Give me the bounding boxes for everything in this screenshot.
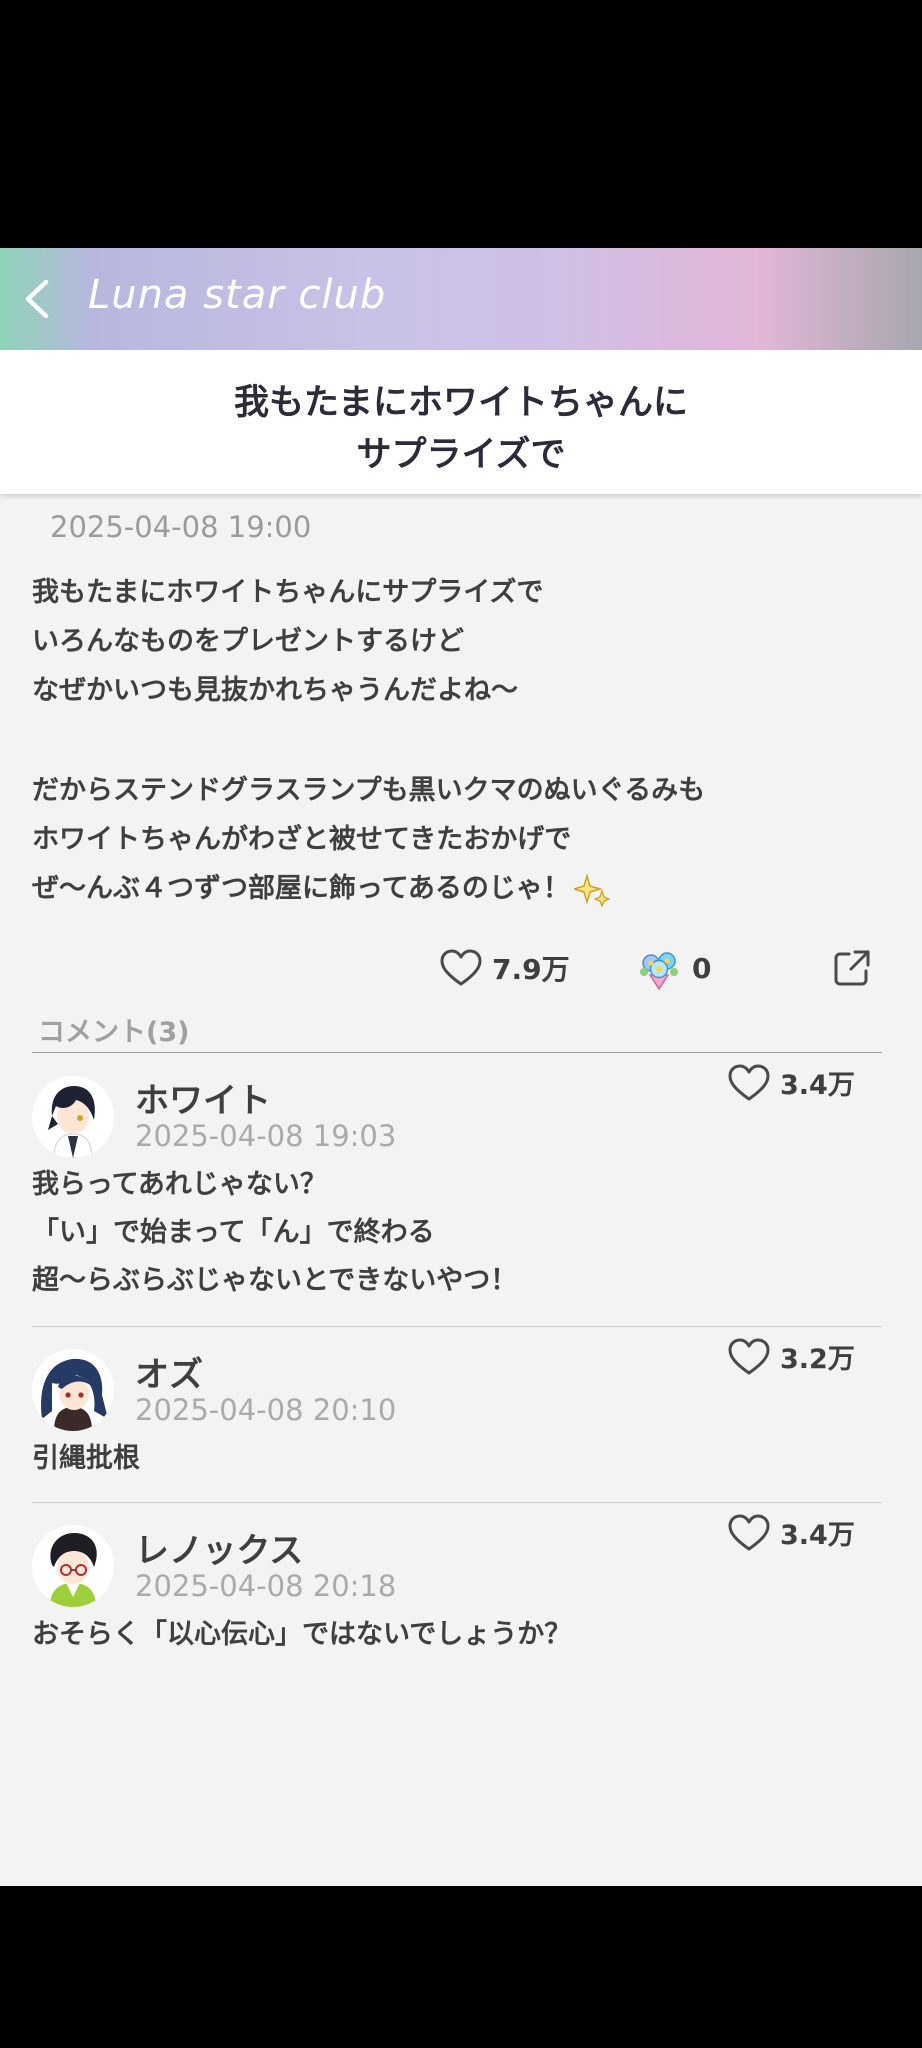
comment-date: 2025-04-08 20:18: [135, 1569, 397, 1603]
status-bar-area: [0, 0, 922, 248]
post-title-bar: 我もたまにホワイトちゃんに サプライズで: [0, 350, 922, 494]
avatar[interactable]: [32, 1349, 114, 1431]
heart-icon: [728, 1338, 770, 1374]
comment-text-line: 超～らぶらぶじゃないとできないやつ！: [32, 1265, 518, 1296]
post-gift-count: 0: [692, 951, 712, 985]
app-title: Luna star club: [88, 272, 387, 318]
comment-date: 2025-04-08 20:10: [135, 1393, 397, 1427]
post-like-count: 7.9万: [492, 953, 570, 986]
comment-author: レノックス: [135, 1531, 304, 1571]
post-body-line: なぜかいつも見抜かれちゃうんだよね～: [32, 675, 518, 706]
comment-divider: [32, 1326, 882, 1327]
post-body-line: [32, 715, 892, 766]
comment-text: 我らってあれじゃない？ 「い」で始まって「ん」で終わる 超～らぶらぶじゃないとで…: [32, 1161, 892, 1305]
comment-like-button[interactable]: 3.4万: [728, 1063, 855, 1102]
avatar[interactable]: [32, 1525, 114, 1607]
comment-like-count: 3.4万: [780, 1070, 855, 1101]
post-actions: 7.9万 0: [0, 938, 922, 998]
comments-header: コメント(3): [38, 1017, 190, 1048]
comments-divider: [32, 1052, 882, 1053]
comment-text: 引縄批根: [32, 1435, 892, 1483]
comment-like-button[interactable]: 3.2万: [728, 1337, 855, 1376]
avatar-portrait-icon: [32, 1525, 114, 1607]
chevron-left-icon[interactable]: [16, 276, 62, 322]
post-date: 2025-04-08 19:00: [50, 510, 312, 544]
app-header: Luna star club: [0, 248, 922, 350]
comment-like-count: 3.2万: [780, 1344, 855, 1375]
avatar-portrait-icon: [32, 1076, 114, 1158]
comment-like-button[interactable]: 3.4万: [728, 1513, 855, 1552]
post-gift-button[interactable]: 0: [636, 938, 711, 998]
comment-text-line: おそらく「以心伝心」ではないでしょうか？: [32, 1619, 572, 1650]
heart-icon: [728, 1064, 770, 1100]
avatar[interactable]: [32, 1076, 114, 1158]
comment-author: ホワイト: [135, 1081, 271, 1121]
share-icon[interactable]: [832, 948, 872, 988]
post-title-line-2: サプライズで: [356, 435, 566, 475]
comment-divider: [32, 1502, 882, 1503]
post-body-line: だからステンドグラスランプも黒いクマのぬいぐるみも: [32, 775, 706, 806]
app-screen: Luna star club 我もたまにホワイトちゃんに サプライズで 2025…: [0, 248, 922, 1886]
avatar-portrait-icon: [32, 1349, 114, 1431]
post-body-line: いろんなものをプレゼントするけど: [32, 626, 464, 657]
navigation-bar-area: [0, 1886, 922, 2048]
sparkles-icon: [573, 872, 610, 907]
post-body-line-text: ぜ～んぶ４つずつ部屋に飾ってあるのじゃ！: [32, 873, 570, 904]
comment-text-line: 引縄批根: [32, 1443, 140, 1474]
comment-like-count: 3.4万: [780, 1520, 855, 1551]
post-title-line-1: 我もたまにホワイトちゃんに: [234, 383, 688, 423]
comment-author: オズ: [135, 1355, 203, 1395]
flower-bouquet-icon: [640, 952, 678, 991]
post-body-line: ホワイトちゃんがわざと被せてきたおかげで: [32, 824, 572, 855]
comment-date: 2025-04-08 19:03: [135, 1119, 397, 1153]
comment-text-line: 「い」で始まって「ん」で終わる: [32, 1217, 435, 1248]
comment-text: おそらく「以心伝心」ではないでしょうか？: [32, 1611, 892, 1659]
post-body-line: 我もたまにホワイトちゃんにサプライズで: [32, 577, 544, 608]
post-like-button[interactable]: 7.9万: [440, 938, 570, 998]
comment-text-line: 我らってあれじゃない？: [32, 1169, 327, 1200]
post-body: 我もたまにホワイトちゃんにサプライズで いろんなものをプレゼントするけど なぜか…: [32, 568, 892, 913]
heart-icon: [728, 1514, 770, 1550]
heart-icon: [440, 949, 482, 986]
post-body-line: ぜ～んぶ４つずつ部屋に飾ってあるのじゃ！: [32, 864, 892, 913]
